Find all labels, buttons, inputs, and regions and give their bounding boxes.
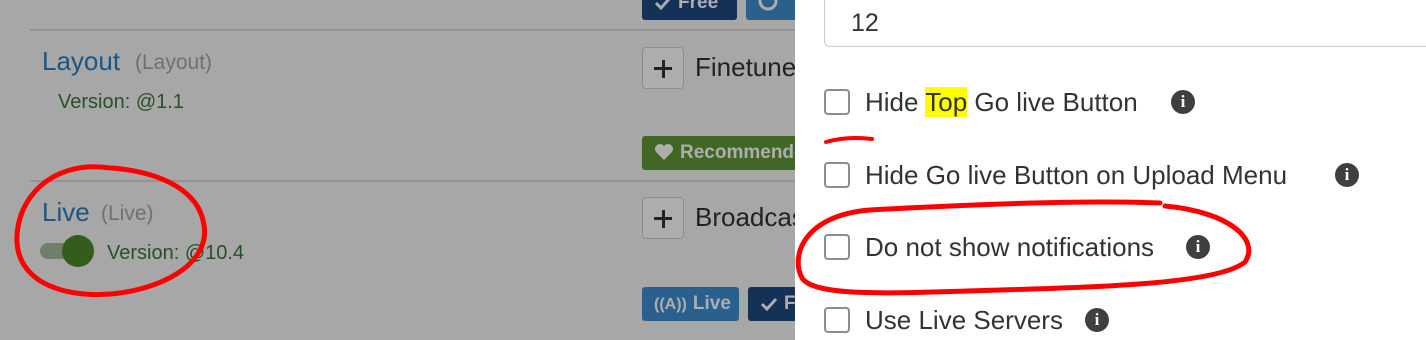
option-label: Hide Top Go live Button (865, 87, 1138, 117)
info-icon[interactable]: i (1186, 235, 1210, 259)
info-icon[interactable]: i (1171, 90, 1195, 114)
option-label: Hide Go live Button on Upload Menu (865, 160, 1288, 190)
number-input[interactable] (824, 0, 1426, 47)
settings-panel: Hide Top Go live Button i Hide Go live B… (795, 0, 1426, 340)
checkbox[interactable] (824, 89, 850, 115)
checkbox[interactable] (824, 234, 850, 260)
modal-backdrop[interactable] (0, 0, 795, 340)
checkbox[interactable] (824, 162, 850, 188)
search-highlight: Top (925, 87, 968, 117)
checkbox[interactable] (824, 307, 850, 333)
option-label: Use Live Servers (865, 305, 1063, 335)
info-icon[interactable]: i (1085, 308, 1109, 332)
info-icon[interactable]: i (1335, 163, 1359, 187)
option-label: Do not show notifications (865, 232, 1155, 262)
